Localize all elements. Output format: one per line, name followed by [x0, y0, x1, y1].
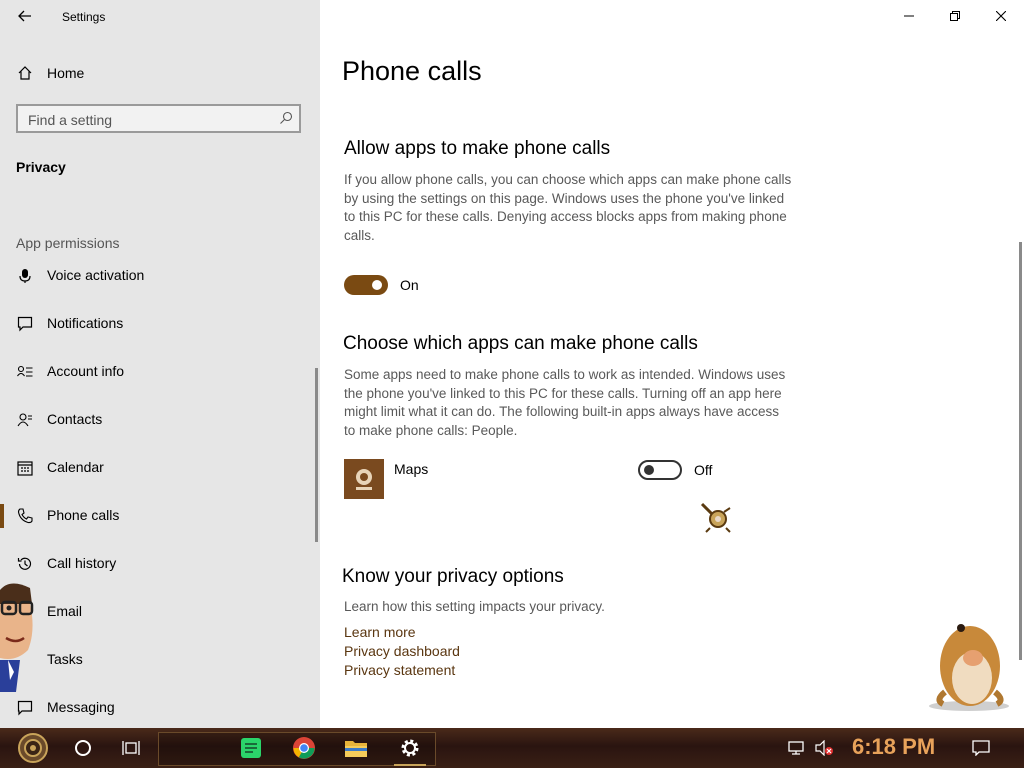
microphone-icon	[16, 267, 34, 285]
task-view-icon	[122, 741, 140, 755]
app-name-maps: Maps	[394, 461, 429, 477]
choose-heading: Choose which apps can make phone calls	[343, 333, 698, 354]
sidebar-item-label: Contacts	[47, 411, 103, 427]
taskbar-app-settings[interactable]	[394, 732, 426, 766]
learn-more-link[interactable]: Learn more	[344, 624, 416, 640]
chrome-icon	[293, 737, 315, 759]
history-icon	[16, 555, 34, 573]
action-center-icon	[972, 740, 990, 756]
sidebar-item-account-info[interactable]: Account info	[0, 354, 320, 390]
taskbar-app-spotify[interactable]	[236, 732, 266, 764]
task-view-button[interactable]	[114, 732, 148, 764]
search-icon[interactable]	[279, 111, 293, 125]
taskbar-app-chrome[interactable]	[288, 732, 320, 764]
network-icon	[788, 741, 804, 755]
start-button[interactable]	[10, 732, 56, 764]
minimize-icon	[904, 15, 914, 17]
toggle-knob	[372, 280, 382, 290]
privacy-description: Learn how this setting impacts your priv…	[344, 599, 605, 614]
maps-phone-calls-toggle[interactable]	[638, 460, 682, 480]
hamster-mascot	[929, 624, 1009, 711]
search-input[interactable]	[26, 110, 270, 130]
volume-tray-button[interactable]	[810, 732, 838, 764]
sidebar-item-voice-activation[interactable]: Voice activation	[0, 258, 320, 294]
sidebar: Settings Home Privacy App permissions Vo…	[0, 0, 320, 728]
sidebar-item-contacts[interactable]: Contacts	[0, 402, 320, 438]
start-gear-icon	[18, 733, 48, 763]
spotify-icon	[241, 738, 261, 758]
sidebar-item-label: Phone calls	[47, 507, 120, 523]
folder-icon	[345, 741, 367, 757]
allow-toggle-state: On	[400, 277, 419, 293]
main-scrollbar[interactable]	[1019, 242, 1022, 660]
sidebar-item-label: Email	[47, 603, 83, 619]
restore-icon	[950, 11, 960, 21]
cortana-circle-icon	[75, 740, 91, 756]
sidebar-item-notifications[interactable]: Notifications	[0, 306, 320, 342]
account-info-icon	[16, 363, 34, 381]
search-box[interactable]	[16, 104, 301, 133]
steampunk-cursor-icon	[700, 502, 731, 533]
sidebar-item-label: Call history	[47, 555, 117, 571]
privacy-statement-link[interactable]: Privacy statement	[344, 662, 455, 678]
close-button[interactable]	[978, 0, 1024, 32]
close-icon	[996, 11, 1006, 21]
maps-app-icon	[344, 459, 384, 499]
sidebar-item-tasks[interactable]: Tasks	[0, 642, 320, 678]
allow-heading: Allow apps to make phone calls	[344, 138, 611, 159]
sidebar-item-messaging[interactable]: Messaging	[0, 690, 320, 726]
calendar-icon	[16, 459, 34, 477]
taskbar-app-file-explorer[interactable]	[340, 732, 372, 764]
cartoon-face-overlay	[0, 583, 34, 692]
minimize-button[interactable]	[886, 0, 932, 32]
privacy-dashboard-link[interactable]: Privacy dashboard	[344, 643, 460, 659]
category-heading: Privacy	[16, 159, 66, 175]
sidebar-item-label: Account info	[47, 363, 125, 379]
sidebar-item-call-history[interactable]: Call history	[0, 546, 320, 582]
restore-button[interactable]	[932, 0, 978, 32]
window-title: Settings	[62, 10, 106, 24]
taskbar-clock[interactable]: 6:18 PM	[852, 734, 935, 760]
sidebar-item-label: Tasks	[47, 651, 83, 667]
sidebar-item-label: Messaging	[47, 699, 115, 715]
sidebar-item-email[interactable]: Email	[0, 594, 320, 630]
back-button[interactable]	[14, 6, 36, 26]
nav-home[interactable]: Home	[0, 58, 320, 88]
nav-home-label: Home	[47, 65, 85, 81]
privacy-heading: Know your privacy options	[342, 566, 564, 587]
network-tray-button[interactable]	[782, 732, 810, 764]
sidebar-scrollbar[interactable]	[315, 368, 318, 542]
sidebar-item-calendar[interactable]: Calendar	[0, 450, 320, 486]
action-center-button[interactable]	[966, 732, 996, 764]
home-icon	[16, 64, 34, 82]
contacts-icon	[16, 411, 34, 429]
choose-description: Some apps need to make phone calls to wo…	[344, 367, 786, 438]
sidebar-item-label: Calendar	[47, 459, 104, 475]
allow-description: If you allow phone calls, you can choose…	[344, 172, 792, 243]
section-label-app-permissions: App permissions	[16, 235, 120, 251]
toggle-knob	[644, 465, 654, 475]
phone-icon	[16, 507, 34, 525]
selection-indicator	[0, 504, 4, 528]
page-title: Phone calls	[342, 56, 482, 86]
maps-toggle-state: Off	[694, 462, 713, 478]
sidebar-item-label: Notifications	[47, 315, 124, 331]
messaging-icon	[16, 699, 34, 717]
volume-muted-icon	[815, 740, 833, 756]
settings-gear-icon	[401, 739, 419, 757]
sidebar-item-phone-calls[interactable]: Phone calls	[0, 498, 320, 534]
allow-phone-calls-toggle[interactable]	[344, 275, 388, 295]
back-arrow-icon	[18, 10, 31, 22]
sidebar-item-label: Voice activation	[47, 267, 145, 283]
notification-icon	[16, 315, 34, 333]
cortana-button[interactable]	[66, 732, 100, 764]
